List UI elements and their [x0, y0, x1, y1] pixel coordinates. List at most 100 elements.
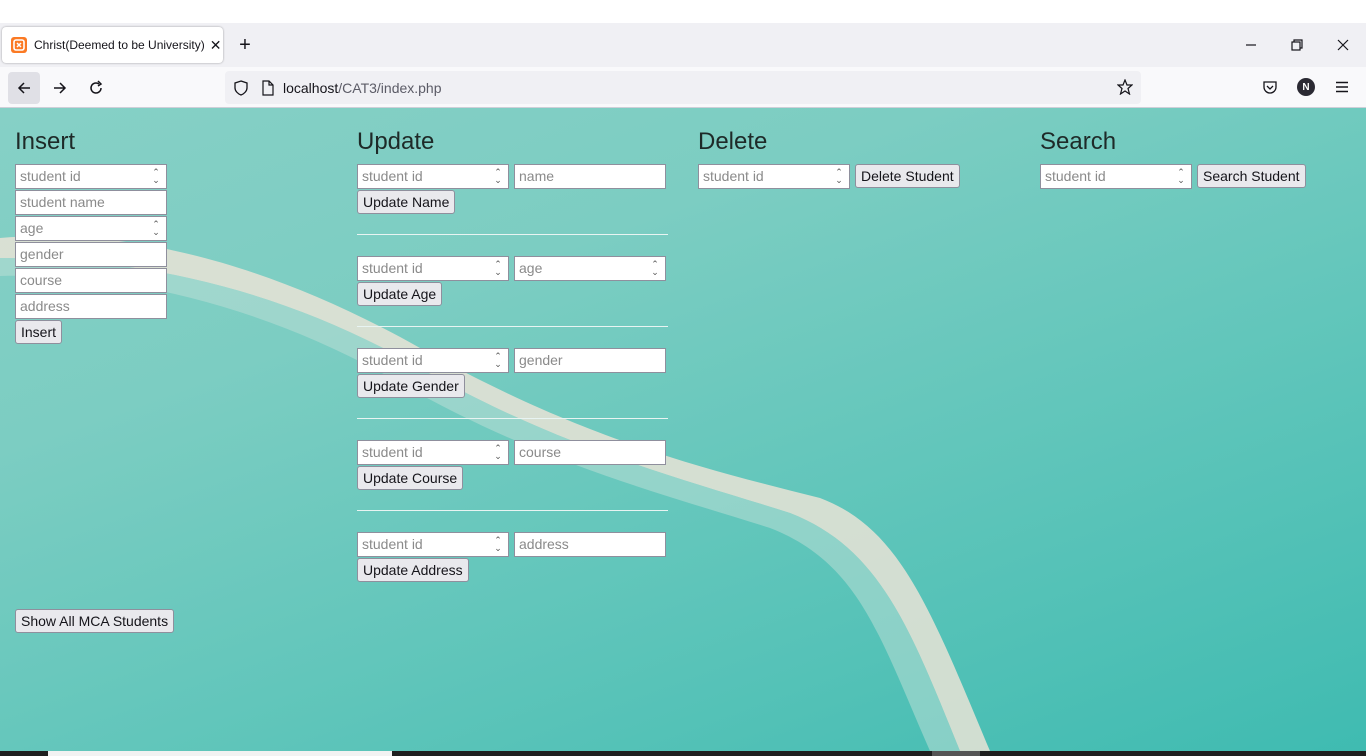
placeholder: student id [362, 168, 423, 184]
arrow-right-icon [54, 82, 67, 94]
insert-heading: Insert [15, 128, 76, 155]
forward-button[interactable] [44, 72, 76, 104]
url-text: localhost/CAT3/index.php [283, 80, 442, 96]
close-window-icon[interactable] [1320, 23, 1366, 67]
update-name-id-input[interactable]: student id ⌃ ⌄ [357, 164, 509, 189]
insert-age-placeholder: age [20, 220, 44, 236]
delete-student-id-input[interactable]: student id ⌃ ⌄ [698, 164, 850, 189]
placeholder: name [519, 168, 555, 184]
update-gender-id-input[interactable]: student id ⌃ ⌄ [357, 348, 509, 373]
insert-course-input[interactable]: course [15, 268, 167, 293]
reload-button[interactable] [80, 72, 112, 104]
update-age-id-input[interactable]: student id ⌃ ⌄ [357, 256, 509, 281]
placeholder: student id [362, 444, 423, 460]
update-gender-button[interactable]: Update Gender [357, 374, 465, 398]
search-student-button[interactable]: Search Student [1197, 164, 1306, 188]
update-address-id-input[interactable]: student id ⌃ ⌄ [357, 532, 509, 557]
tab-bar: Christ(Deemed to be University) ✕ + [0, 23, 1366, 67]
page-content: Insert student id ⌃ ⌄ student name age ⌃ ⌄ g… [0, 108, 1366, 751]
placeholder: course [519, 444, 562, 460]
account-icon[interactable]: N [1294, 75, 1318, 99]
pocket-icon[interactable] [1258, 75, 1282, 99]
spinner-icon[interactable]: ⌃ ⌄ [492, 260, 504, 277]
placeholder: address [519, 536, 569, 552]
spinner-icon[interactable]: ⌃ ⌄ [492, 536, 504, 553]
delete-section: Delete student id ⌃ ⌄ Delete Student [698, 128, 960, 190]
insert-student-id-input[interactable]: student id ⌃ ⌄ [15, 164, 167, 189]
insert-address-input[interactable]: address [15, 294, 167, 319]
search-student-id-input[interactable]: student id ⌃ ⌄ [1040, 164, 1192, 189]
update-address-button[interactable]: Update Address [357, 558, 469, 582]
update-name-input[interactable]: name [514, 164, 666, 189]
placeholder: student id [362, 260, 423, 276]
insert-section: Insert student id ⌃ ⌄ student name age ⌃ ⌄ g… [15, 128, 167, 344]
top-strip [0, 0, 1366, 23]
search-section: Search student id ⌃ ⌄ Search Student [1040, 128, 1306, 190]
placeholder: student id [362, 352, 423, 368]
update-course-id-input[interactable]: student id ⌃ ⌄ [357, 440, 509, 465]
divider [357, 234, 668, 235]
search-heading: Search [1040, 128, 1117, 155]
divider [357, 510, 668, 511]
insert-age-input[interactable]: age ⌃ ⌄ [15, 216, 167, 241]
placeholder: gender [519, 352, 563, 368]
background-sand-wave [0, 236, 990, 751]
browser-tab[interactable]: Christ(Deemed to be University) ✕ [2, 27, 223, 63]
show-all-students-button[interactable]: Show All MCA Students [15, 609, 175, 633]
update-age-button[interactable]: Update Age [357, 282, 443, 306]
url-host: localhost [283, 79, 339, 96]
update-course-input[interactable]: course [514, 440, 666, 465]
restore-icon[interactable] [1274, 23, 1320, 67]
spinner-icon[interactable]: ⌃ ⌄ [150, 220, 162, 237]
insert-gender-placeholder: gender [20, 246, 64, 262]
insert-student-name-input[interactable]: student name [15, 190, 167, 215]
spinner-icon[interactable]: ⌃ ⌄ [492, 352, 504, 369]
minimize-icon[interactable] [1228, 23, 1274, 67]
page-icon[interactable] [261, 79, 275, 96]
insert-name-placeholder: student name [20, 194, 105, 210]
spinner-icon[interactable]: ⌃ ⌄ [492, 168, 504, 185]
delete-student-button[interactable]: Delete Student [855, 164, 960, 188]
update-age-input[interactable]: age ⌃ ⌄ [514, 256, 666, 281]
spinner-icon[interactable]: ⌃ ⌄ [1175, 168, 1187, 185]
insert-course-placeholder: course [20, 272, 63, 288]
shield-icon[interactable] [233, 79, 249, 96]
placeholder: student id [362, 536, 423, 552]
placeholder: student id [1045, 168, 1106, 184]
reload-icon [90, 80, 103, 94]
insert-button[interactable]: Insert [15, 320, 63, 344]
account-initial: N [1297, 78, 1315, 96]
spinner-icon[interactable]: ⌃ ⌄ [150, 168, 162, 185]
placeholder: student id [703, 168, 764, 184]
spinner-icon[interactable]: ⌃ ⌄ [649, 260, 661, 277]
taskbar-strip [0, 751, 1366, 756]
address-bar[interactable]: localhost/CAT3/index.php [225, 71, 1141, 104]
taskbar-segment [932, 751, 980, 756]
url-path: /CAT3/index.php [338, 79, 442, 96]
update-heading: Update [357, 128, 435, 155]
spinner-icon[interactable]: ⌃ ⌄ [492, 444, 504, 461]
arrow-left-icon [17, 82, 30, 94]
update-gender-input[interactable]: gender [514, 348, 666, 373]
tab-close-icon[interactable]: ✕ [210, 37, 222, 54]
update-section: Update student id ⌃ ⌄ name Update Name stu… [357, 128, 668, 582]
placeholder: age [519, 260, 543, 276]
navigation-bar: localhost/CAT3/index.php N [0, 67, 1366, 108]
back-button[interactable] [8, 72, 40, 104]
insert-address-placeholder: address [20, 298, 70, 314]
new-tab-icon[interactable]: + [233, 31, 257, 59]
divider [357, 326, 668, 327]
xampp-favicon-icon [11, 37, 27, 53]
insert-gender-input[interactable]: gender [15, 242, 167, 267]
tab-title: Christ(Deemed to be University) [34, 38, 205, 52]
update-course-button[interactable]: Update Course [357, 466, 464, 490]
insert-student-id-placeholder: student id [20, 168, 81, 184]
update-address-input[interactable]: address [514, 532, 666, 557]
update-name-button[interactable]: Update Name [357, 190, 456, 214]
menu-icon[interactable] [1330, 75, 1354, 99]
spinner-icon[interactable]: ⌃ ⌄ [833, 168, 845, 185]
star-icon[interactable] [1117, 79, 1133, 95]
taskbar-segment [48, 751, 392, 756]
delete-heading: Delete [698, 128, 768, 155]
divider [357, 418, 668, 419]
